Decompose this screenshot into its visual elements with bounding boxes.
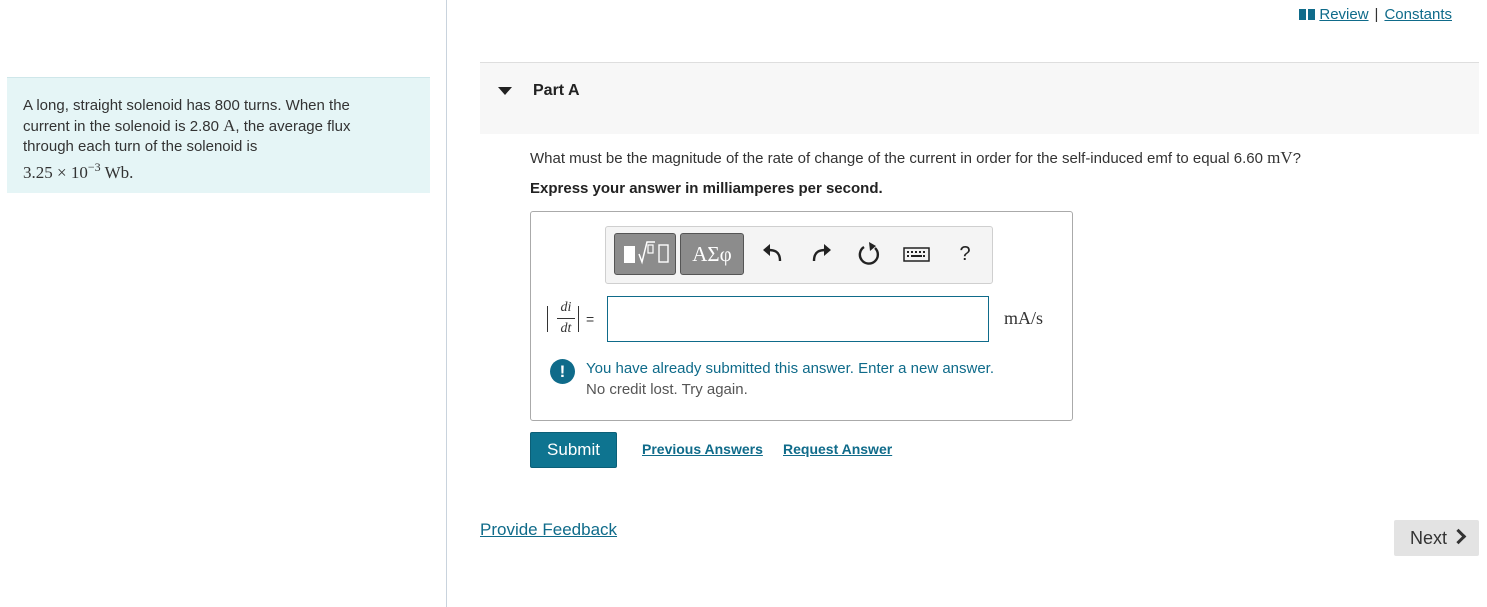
fraction-denominator: dt bbox=[560, 321, 572, 336]
reset-icon[interactable] bbox=[856, 239, 882, 269]
top-links: Review | Constants bbox=[1299, 6, 1452, 23]
abs-bar-left bbox=[547, 306, 548, 332]
question-text: What must be the magnitude of the rate o… bbox=[530, 148, 1301, 168]
answer-input[interactable] bbox=[607, 296, 989, 342]
next-label: Next bbox=[1410, 528, 1448, 548]
templates-button[interactable] bbox=[614, 233, 676, 275]
fraction-numerator: di bbox=[560, 300, 572, 315]
math-toolbar: ΑΣφ ? bbox=[605, 226, 993, 284]
derivative-fraction: di dt bbox=[557, 300, 575, 337]
help-button[interactable]: ? bbox=[952, 239, 978, 269]
flux-value: 3.25 × 10−3 Wb. bbox=[23, 160, 134, 182]
alert-icon: ! bbox=[550, 359, 575, 384]
flux-mantissa: 3.25 × 10 bbox=[23, 163, 88, 182]
flux-unit: Wb bbox=[100, 163, 130, 182]
problem-line-1: A long, straight solenoid has 800 turns.… bbox=[23, 97, 350, 114]
problem-statement: A long, straight solenoid has 800 turns.… bbox=[7, 77, 430, 193]
flux-exponent: −3 bbox=[87, 160, 101, 174]
review-label: Review bbox=[1319, 6, 1369, 23]
equals-sign: = bbox=[586, 311, 595, 327]
answer-label: di dt = bbox=[543, 300, 603, 342]
review-link[interactable]: Review bbox=[1299, 6, 1369, 23]
templates-icon bbox=[624, 241, 669, 265]
current-unit: A bbox=[223, 116, 236, 135]
part-header[interactable]: Part A bbox=[480, 62, 1479, 134]
abs-bar-right bbox=[578, 306, 579, 332]
panel-divider bbox=[446, 0, 447, 607]
answer-instruction: Express your answer in milliamperes per … bbox=[530, 180, 883, 197]
question-end: ? bbox=[1292, 150, 1301, 167]
question-unit: mV bbox=[1267, 148, 1293, 167]
chevron-right-icon bbox=[1450, 528, 1467, 545]
problem-line-2-pre: current in the solenoid is 2.80 bbox=[23, 118, 224, 135]
problem-line-2-post: , the average flux bbox=[235, 118, 351, 135]
answer-units: mA/s bbox=[1004, 308, 1044, 328]
constants-link[interactable]: Constants bbox=[1384, 6, 1452, 23]
next-button[interactable]: Next bbox=[1394, 520, 1479, 556]
submit-button[interactable]: Submit bbox=[530, 432, 617, 468]
link-separator: | bbox=[1374, 6, 1379, 23]
provide-feedback-link[interactable]: Provide Feedback bbox=[480, 520, 617, 540]
fraction-bar bbox=[557, 318, 575, 319]
keyboard-icon[interactable] bbox=[902, 239, 932, 269]
problem-line-3: through each turn of the solenoid is bbox=[23, 138, 258, 155]
redo-icon[interactable] bbox=[808, 239, 834, 269]
question-main: What must be the magnitude of the rate o… bbox=[530, 150, 1268, 167]
greek-symbols-button[interactable]: ΑΣφ bbox=[680, 233, 744, 275]
alert-message: You have already submitted this answer. … bbox=[586, 360, 995, 377]
book-icon bbox=[1299, 9, 1316, 20]
request-answer-link[interactable]: Request Answer bbox=[783, 441, 892, 457]
caret-down-icon[interactable] bbox=[498, 87, 512, 95]
answer-box: ΑΣφ ? di dt = mA/s ! You have already su… bbox=[530, 211, 1073, 421]
flux-end: . bbox=[129, 163, 134, 182]
undo-icon[interactable] bbox=[760, 239, 786, 269]
alert-submessage: No credit lost. Try again. bbox=[586, 381, 748, 398]
previous-answers-link[interactable]: Previous Answers bbox=[642, 441, 763, 457]
part-title: Part A bbox=[533, 82, 580, 99]
